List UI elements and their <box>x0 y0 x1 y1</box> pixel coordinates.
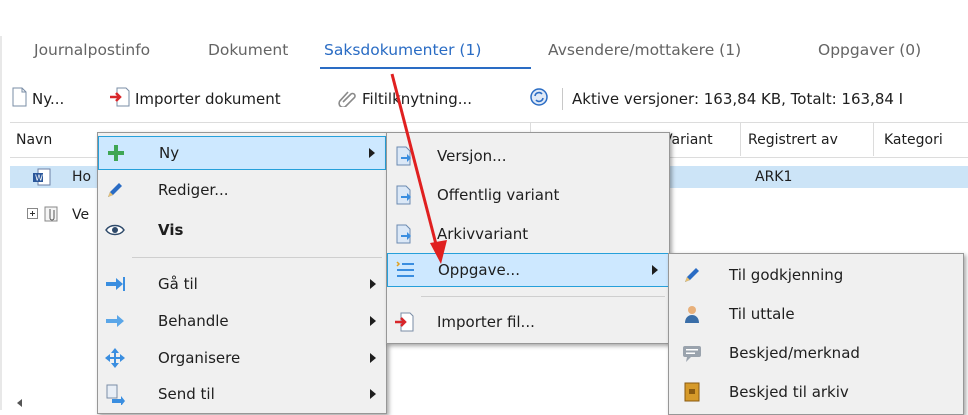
annotation-arrow <box>390 73 447 264</box>
